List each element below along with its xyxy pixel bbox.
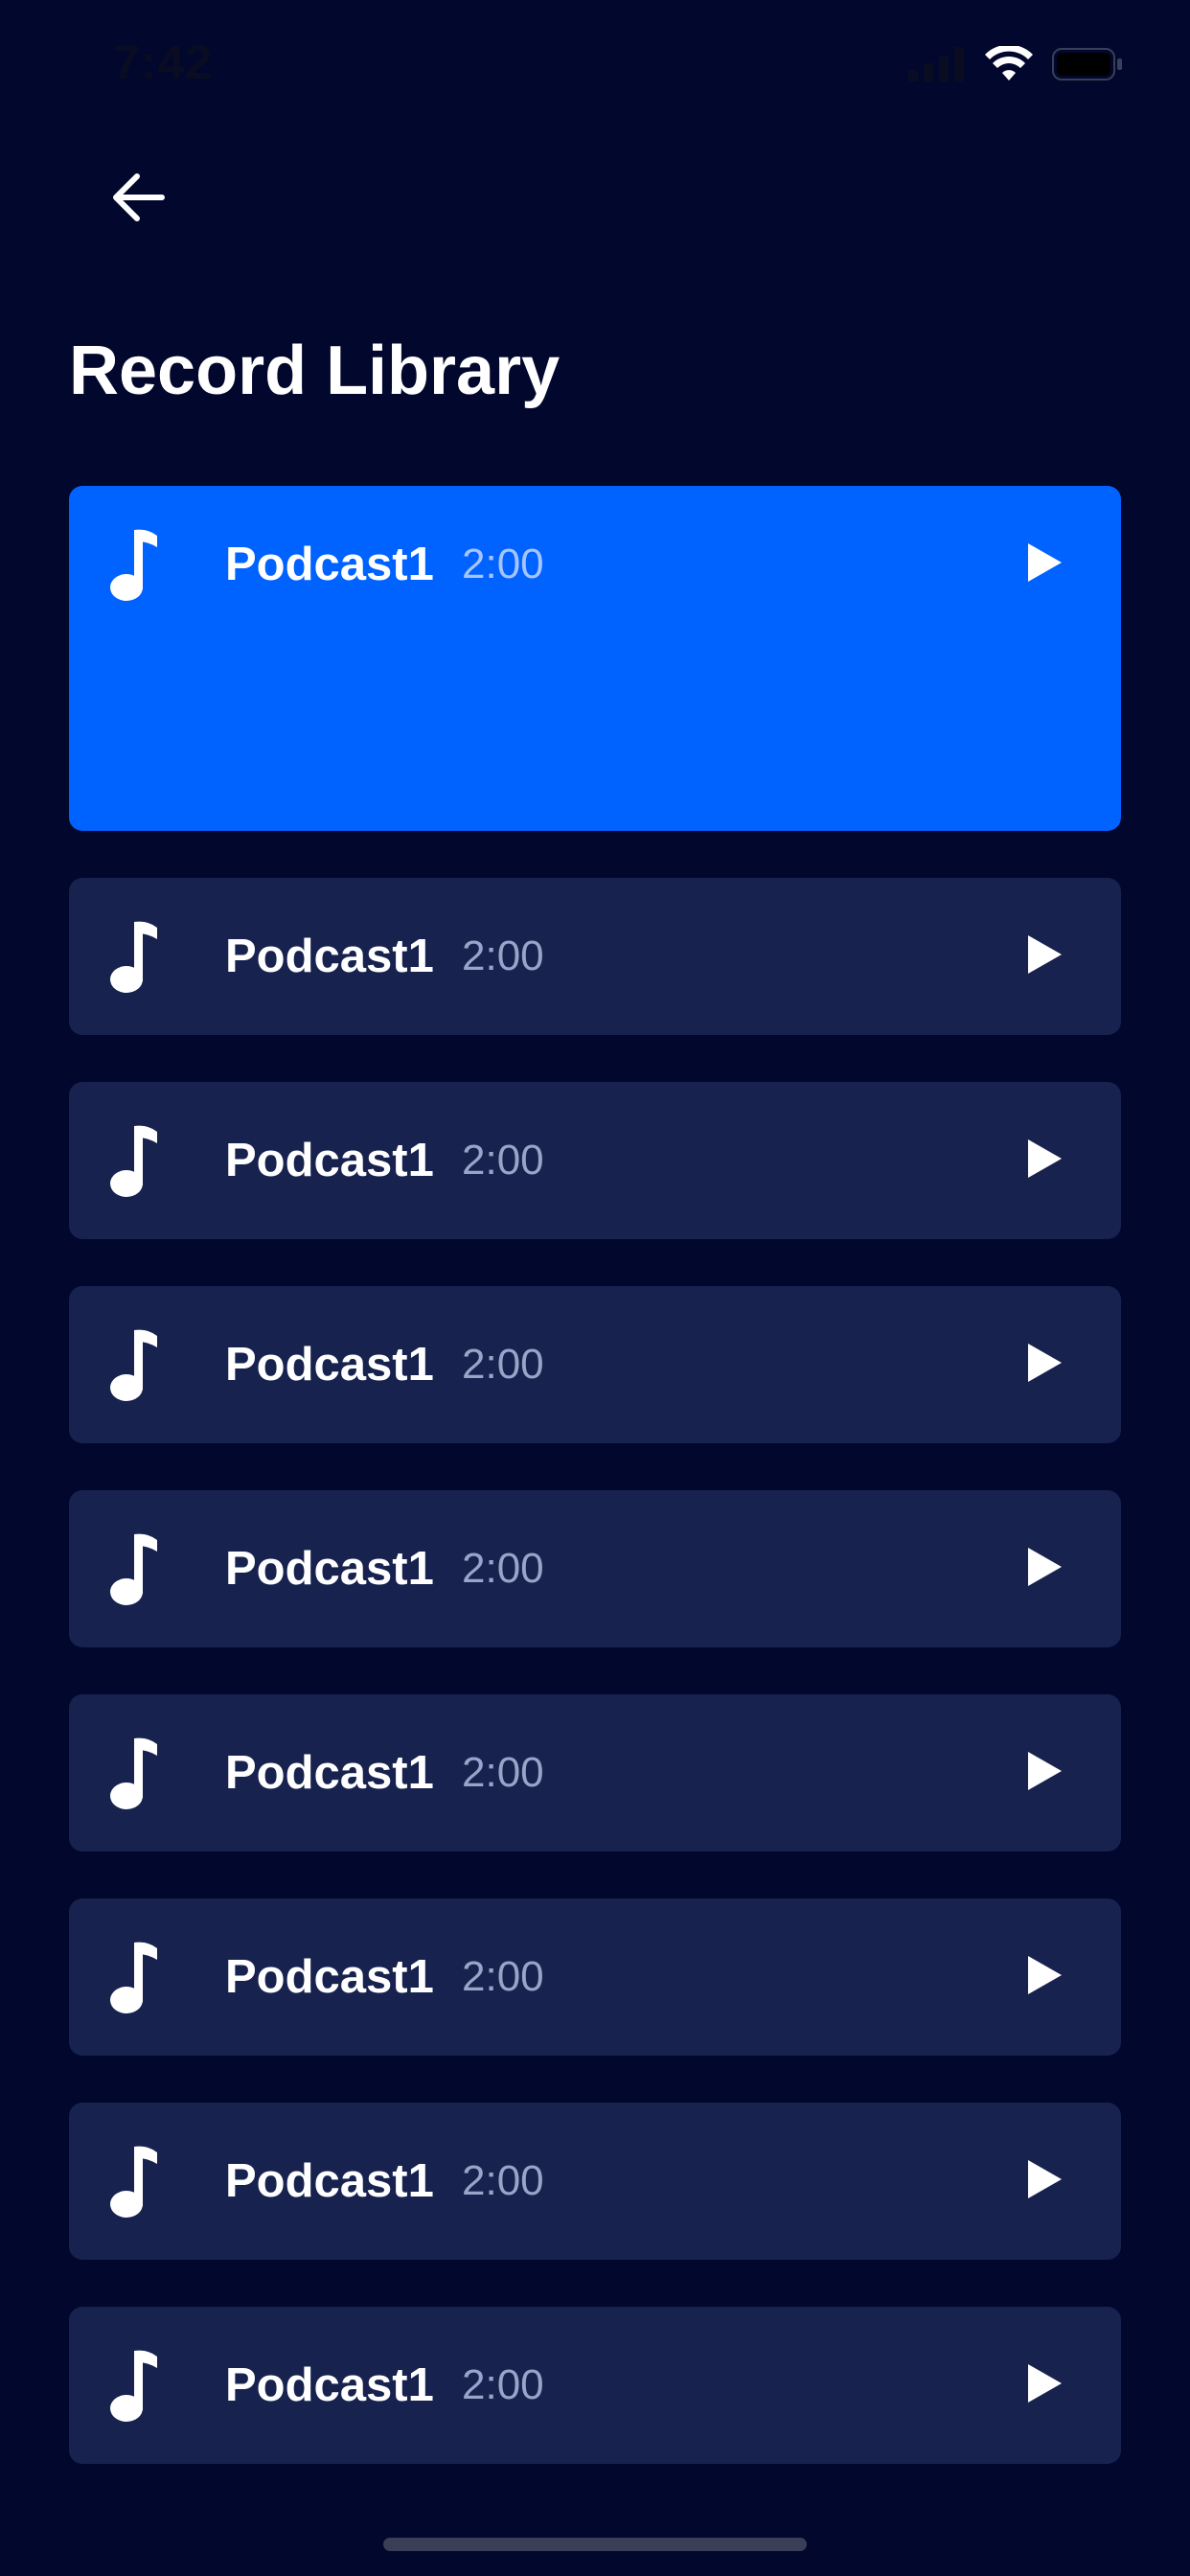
record-title: Podcast1 <box>225 539 434 590</box>
record-title: Podcast1 <box>225 1543 434 1595</box>
record-duration: 2:00 <box>462 540 544 587</box>
play-icon <box>1025 1750 1064 1797</box>
play-button[interactable] <box>1008 2145 1081 2218</box>
play-button[interactable] <box>1008 1328 1081 1401</box>
music-note-icon <box>109 1530 161 1607</box>
play-button[interactable] <box>1008 528 1081 601</box>
record-item[interactable]: Podcast1 2:00 <box>69 1082 1121 1239</box>
wifi-icon <box>985 46 1033 80</box>
record-title: Podcast1 <box>225 1339 434 1391</box>
record-item[interactable]: Podcast1 2:00 <box>69 1898 1121 2056</box>
signal-icon <box>908 47 964 81</box>
record-title: Podcast1 <box>225 2155 434 2207</box>
play-icon <box>1025 2158 1064 2205</box>
play-button[interactable] <box>1008 1736 1081 1809</box>
play-button[interactable] <box>1008 1941 1081 2013</box>
record-duration: 2:00 <box>462 1545 544 1592</box>
battery-icon <box>1052 48 1122 80</box>
play-button[interactable] <box>1008 1532 1081 1605</box>
back-button[interactable] <box>103 163 172 232</box>
status-bar: 7:42 <box>0 0 1190 125</box>
record-duration: 2:00 <box>462 1341 544 1388</box>
record-item[interactable]: Podcast1 2:00 <box>69 486 1121 831</box>
music-note-icon <box>109 526 161 603</box>
music-note-icon <box>109 2347 161 2424</box>
play-button[interactable] <box>1008 920 1081 993</box>
record-title: Podcast1 <box>225 1951 434 2003</box>
record-item[interactable]: Podcast1 2:00 <box>69 1694 1121 1852</box>
play-button[interactable] <box>1008 2349 1081 2422</box>
music-note-icon <box>109 918 161 995</box>
play-icon <box>1025 2362 1064 2409</box>
record-title: Podcast1 <box>225 931 434 982</box>
music-note-icon <box>109 2143 161 2220</box>
record-duration: 2:00 <box>462 1953 544 2000</box>
record-item[interactable]: Podcast1 2:00 <box>69 2103 1121 2260</box>
play-icon <box>1025 933 1064 980</box>
record-item[interactable]: Podcast1 2:00 <box>69 2307 1121 2464</box>
home-indicator <box>383 2538 807 2551</box>
play-icon <box>1025 1342 1064 1389</box>
play-icon <box>1025 1138 1064 1184</box>
record-duration: 2:00 <box>462 1749 544 1796</box>
record-duration: 2:00 <box>462 932 544 979</box>
record-list: Podcast1 2:00 Podcast1 2:00 Podcast1 2:00 Podc… <box>69 486 1121 2511</box>
record-title: Podcast1 <box>225 2359 434 2411</box>
play-icon <box>1025 1954 1064 2001</box>
record-duration: 2:00 <box>462 2361 544 2408</box>
page-title: Record Library <box>69 333 561 409</box>
record-item[interactable]: Podcast1 2:00 <box>69 878 1121 1035</box>
record-title: Podcast1 <box>225 1747 434 1799</box>
arrow-left-icon <box>113 173 165 221</box>
record-duration: 2:00 <box>462 2157 544 2204</box>
music-note-icon <box>109 1326 161 1403</box>
status-time: 7:42 <box>113 35 214 89</box>
music-note-icon <box>109 1122 161 1199</box>
record-duration: 2:00 <box>462 1137 544 1184</box>
record-title: Podcast1 <box>225 1135 434 1186</box>
music-note-icon <box>109 1735 161 1811</box>
record-item[interactable]: Podcast1 2:00 <box>69 1286 1121 1443</box>
play-button[interactable] <box>1008 1124 1081 1197</box>
status-icons <box>908 46 1123 82</box>
play-icon <box>1025 541 1064 588</box>
record-item[interactable]: Podcast1 2:00 <box>69 1490 1121 1647</box>
play-icon <box>1025 1546 1064 1593</box>
music-note-icon <box>109 1939 161 2015</box>
